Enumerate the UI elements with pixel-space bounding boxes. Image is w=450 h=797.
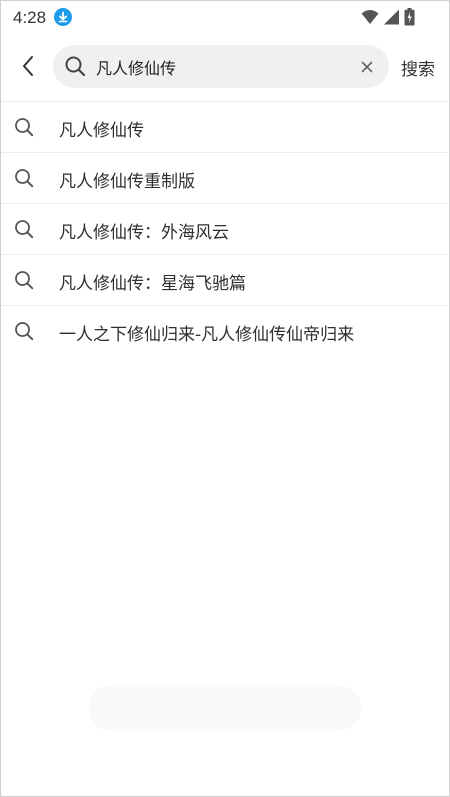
search-icon [14,321,34,345]
close-icon [361,61,373,73]
search-icon [14,219,34,243]
suggestion-item[interactable]: 一人之下修仙归来-凡人修仙传仙帝归来 [1,306,449,356]
search-input[interactable] [96,45,346,88]
suggestion-label: 凡人修仙传 [59,121,144,141]
suggestion-list: 凡人修仙传 凡人修仙传重制版 凡人修仙传：外海风云 凡人修仙传：星海飞驰篇 一人… [1,101,449,356]
search-icon [14,117,34,141]
search-icon [64,55,86,81]
search-icon [14,168,34,192]
suggestion-label: 凡人修仙传：星海飞驰篇 [59,274,246,294]
suggestion-item[interactable]: 凡人修仙传 [1,102,449,153]
suggestion-item[interactable]: 凡人修仙传：星海飞驰篇 [1,255,449,306]
back-button[interactable] [13,51,43,81]
battery-charging-icon [404,8,415,30]
status-icons [361,8,415,30]
status-time: 4:28 [13,8,47,27]
status-bar: 4:28 [1,1,449,35]
suggestion-label: 凡人修仙传重制版 [59,172,195,192]
wifi-icon [361,9,379,29]
search-submit-button[interactable]: 搜索 [401,55,435,80]
search-icon [14,270,34,294]
suggestion-item[interactable]: 凡人修仙传：外海风云 [1,204,449,255]
suggestion-label: 一人之下修仙归来-凡人修仙传仙帝归来 [59,325,355,345]
clear-button[interactable] [357,57,377,77]
toast-placeholder [89,685,361,731]
cellular-signal-icon [383,9,400,29]
search-box[interactable] [53,45,389,88]
search-header: 搜索 [1,41,449,95]
chevron-left-icon [23,56,33,76]
suggestion-label: 凡人修仙传：外海风云 [59,223,229,243]
download-icon [54,8,72,26]
suggestion-item[interactable]: 凡人修仙传重制版 [1,153,449,204]
